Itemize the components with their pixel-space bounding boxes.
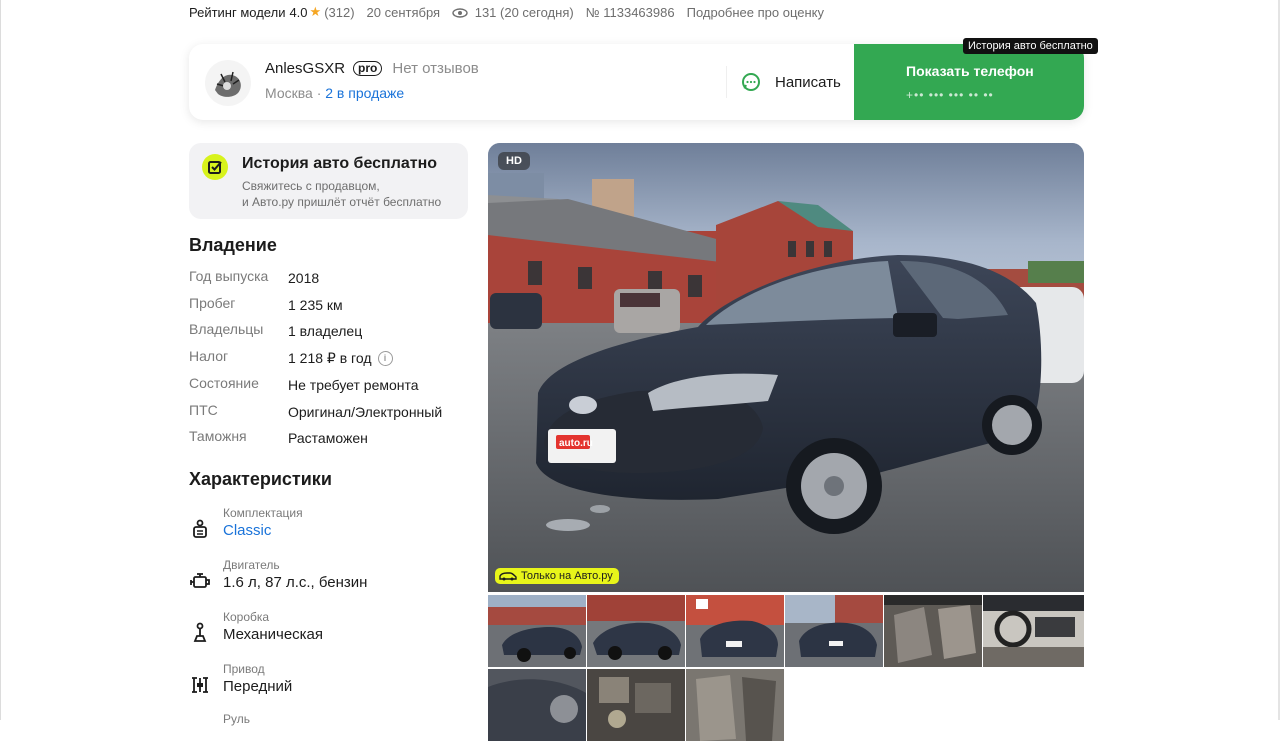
star-icon: ★ [309, 4, 322, 19]
spec-label: Пробег [189, 295, 236, 311]
spec-row-owners: Владельцы 1 владелец [189, 321, 362, 341]
show-phone-label: Показать телефон [906, 63, 1034, 79]
spec-item-value: 1.6 л, 87 л.с., бензин [223, 574, 368, 591]
rating-label: Рейтинг модели [189, 4, 286, 20]
hd-badge: HD [498, 152, 530, 170]
spec-row-pts: ПТС Оригинал/Электронный [189, 402, 442, 422]
spec-row-tax: Налог 1 218 ₽ в год i [189, 348, 393, 368]
listing-date: 20 сентября [366, 4, 441, 20]
seller-name-row: AnlesGSXR pro Нет отзывов [265, 60, 479, 77]
spec-label: ПТС [189, 402, 218, 418]
eye-icon [452, 7, 468, 18]
seller-name[interactable]: AnlesGSXR [265, 60, 345, 77]
history-subtitle-line1: Свяжитесь с продавцом, [242, 179, 380, 193]
main-car-photo[interactable]: auto.ru HD Только на Авто.ру [488, 143, 1084, 592]
history-check-icon [202, 154, 228, 180]
rating-count[interactable]: (312) [324, 5, 354, 20]
seller-listings-link[interactable]: 2 в продаже [325, 85, 404, 101]
photo-thumbnail[interactable] [686, 595, 784, 667]
photo-thumbnail[interactable] [488, 669, 586, 741]
spec-value: Оригинал/Электронный [288, 404, 443, 420]
reviews-status: Нет отзывов [392, 60, 479, 77]
history-subtitle-line2: и Авто.ру пришлёт отчёт бесплатно [242, 195, 442, 209]
chat-icon [742, 73, 760, 91]
history-title: История авто бесплатно [242, 155, 438, 172]
listing-id: № 1133463986 [585, 4, 675, 20]
spec-value: 1 владелец [288, 323, 363, 339]
spec-value: Растаможен [288, 430, 368, 446]
plate-logo: auto.ru [559, 438, 593, 449]
history-card[interactable]: История авто бесплатно Свяжитесь с прода… [189, 143, 468, 219]
phone-masked: +•• ••• ••• •• •• [906, 88, 994, 102]
avatar[interactable] [205, 60, 251, 106]
avatar-image [205, 60, 251, 106]
gearbox-icon [193, 622, 207, 642]
photo-thumbnail[interactable] [587, 669, 685, 741]
show-phone-button[interactable]: Показать телефон +•• ••• ••• •• •• [854, 44, 1084, 120]
engine-icon [190, 573, 210, 588]
car-icon [499, 572, 517, 581]
rating-value: 4.0 [289, 4, 308, 20]
history-subtitle: Свяжитесь с продавцом, и Авто.ру пришлёт… [242, 178, 457, 210]
views-text: 131 (20 сегодня) [474, 4, 574, 20]
photo-thumbnail[interactable] [686, 669, 784, 741]
photo-thumbnail[interactable] [983, 595, 1084, 667]
spec-item-label: Двигатель [223, 558, 280, 572]
spec-value: 1 235 км [288, 297, 343, 313]
spec-label: Таможня [189, 428, 247, 444]
spec-value-tax: 1 218 ₽ в год i [288, 348, 393, 368]
drive-icon [192, 677, 208, 693]
listing-meta: Рейтинг модели 4.0 ★ (312) 20 сентября 1… [189, 3, 824, 21]
spec-row-condition: Состояние Не требует ремонта [189, 375, 419, 395]
write-label: Написать [775, 73, 841, 91]
seller-location: Москва · 2 в продаже [265, 85, 404, 101]
window-edge [0, 0, 1, 720]
spec-label: Налог [189, 348, 229, 364]
info-icon[interactable]: i [377, 350, 393, 366]
spec-item-label: Привод [223, 662, 265, 676]
only-badge-label: Только на Авто.ру [521, 570, 613, 582]
pro-badge: pro [353, 61, 383, 76]
tax-value: 1 218 ₽ в год [288, 349, 372, 366]
rating-details-link[interactable]: Подробнее про оценку [687, 5, 824, 20]
spec-item-value: Передний [223, 678, 293, 695]
seller-card: AnlesGSXR pro Нет отзывов Москва · 2 в п… [189, 44, 1084, 120]
photo-thumbnail[interactable] [785, 595, 883, 667]
spec-value: Не требует ремонта [288, 377, 419, 393]
spec-label: Год выпуска [189, 268, 269, 284]
photo-thumbnail[interactable] [587, 595, 685, 667]
spec-label: Владельцы [189, 321, 264, 337]
only-on-autoru-badge: Только на Авто.ру [495, 568, 619, 584]
location-separator: · [316, 85, 322, 101]
spec-label: Состояние [189, 375, 259, 391]
spec-item-label: Коробка [223, 610, 270, 624]
seller-city: Москва [265, 85, 313, 101]
photo-thumbnail[interactable] [488, 595, 586, 667]
spec-row-customs: Таможня Растаможен [189, 428, 368, 448]
divider [726, 66, 727, 98]
views-counter: 131 (20 сегодня) [452, 5, 574, 20]
spec-value: 2018 [288, 270, 320, 286]
spec-row-mileage: Пробег 1 235 км [189, 295, 343, 315]
write-message-button[interactable]: Написать [741, 72, 841, 92]
spec-item-value: Механическая [223, 626, 324, 643]
ownership-heading: Владение [189, 235, 277, 255]
trim-icon [193, 519, 207, 538]
trim-link[interactable]: Classic [223, 522, 271, 539]
history-tooltip: История авто бесплатно [963, 38, 1098, 54]
specs-heading: Характеристики [189, 469, 332, 489]
spec-item-label: Руль [223, 712, 250, 726]
spec-item-label: Комплектация [223, 506, 303, 520]
photo-thumbnail[interactable] [884, 595, 982, 667]
car-photo-illustration: auto.ru [488, 143, 1084, 592]
spec-row-year: Год выпуска 2018 [189, 268, 319, 288]
